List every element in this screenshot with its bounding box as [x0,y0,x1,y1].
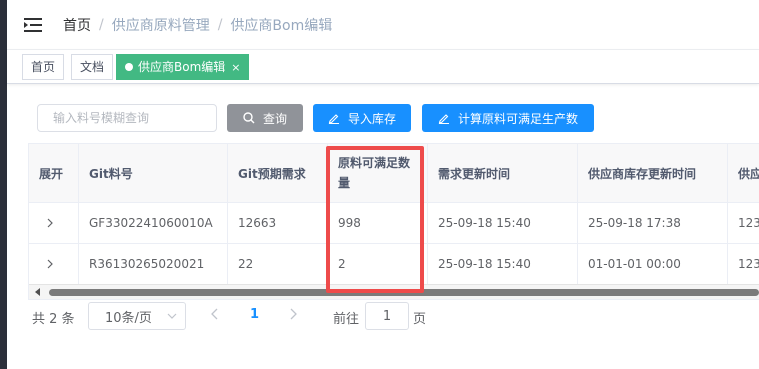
header-demand-update: 需求更新时间 [428,144,578,203]
expand-chevron-icon[interactable] [29,203,79,244]
page-number-current[interactable]: 1 [250,307,259,322]
horizontal-scrollbar[interactable] [29,284,759,299]
scrollbar-thumb[interactable] [49,289,759,296]
prev-page-icon[interactable] [210,307,220,321]
edit-icon [328,114,339,124]
cell-demand-update: 25-09-18 15:40 [428,203,578,244]
active-dot-icon [125,63,133,71]
close-icon[interactable]: × [231,61,240,74]
scroll-left-arrow-icon[interactable] [35,288,40,296]
cell-git-demand: 22 [228,244,328,285]
query-button-label: 查询 [262,111,287,126]
cell-satisfy-qty: 998 [328,203,428,244]
cell-git-demand: 12663 [228,203,328,244]
pagination-total: 共 2 条 [32,312,75,327]
hamburger-menu-icon[interactable] [23,15,43,35]
header-satisfy-line1: 原料可满足数 [338,156,411,170]
calc-production-button[interactable]: 计算原料可满足生产数 [422,104,594,132]
tag-home[interactable]: 首页 [22,54,65,80]
bom-table: 展开 Git料号 Git预期需求 原料可满足数 量 需求更新时间 供应商库存更新… [28,143,759,300]
import-stock-button-label: 导入库存 [347,111,396,126]
sidebar-edge [0,0,7,369]
cell-stock-update: 25-09-18 17:38 [578,203,728,244]
search-icon [243,112,255,124]
query-button[interactable]: 查询 [227,104,303,132]
tag-supplier-bom-edit[interactable]: 供应商Bom编辑 × [116,54,250,80]
cell-stock-update: 01-01-01 00:00 [578,244,728,285]
tag-docs-label: 文档 [80,60,105,74]
cell-git-no: GF3302241060010A [79,203,228,244]
goto-prefix: 前往 [333,312,360,327]
page-size-select[interactable]: 10条/页 [88,302,186,330]
import-stock-button[interactable]: 导入库存 [313,104,411,132]
tag-active-label: 供应商Bom编辑 [138,60,226,74]
calc-production-button-label: 计算原料可满足生产数 [457,111,578,126]
header-stock-update: 供应商库存更新时间 [578,144,728,203]
chevron-down-icon [167,313,177,319]
cell-git-no: R36130265020021 [79,244,228,285]
cell-satisfy-qty: 2 [328,244,428,285]
goto-suffix: 页 [413,312,427,327]
header-git-no: Git料号 [79,144,228,203]
navbar: 首页 / 供应商原料管理 / 供应商Bom编辑 [7,0,759,50]
header-satisfy-qty: 原料可满足数 量 [328,144,428,203]
header-more: 供应 [728,144,759,203]
edit-icon [438,114,449,124]
cell-more: 1234 [728,244,759,285]
breadcrumb-separator: / [99,16,104,33]
breadcrumb: 首页 / 供应商原料管理 / 供应商Bom编辑 [63,15,332,35]
breadcrumb-supplier-material: 供应商原料管理 [111,17,210,34]
header-expand: 展开 [29,144,79,203]
material-search-input[interactable] [37,104,217,132]
breadcrumb-separator: / [217,16,223,33]
next-page-icon[interactable] [288,307,298,321]
tag-docs[interactable]: 文档 [71,54,114,80]
expand-chevron-icon[interactable] [29,244,79,285]
pagination: 共 2 条 10条/页 1 前往 页 [32,302,452,330]
cell-demand-update: 25-09-18 15:40 [428,244,578,285]
page-size-value: 10条/页 [105,310,152,326]
cell-more: 1234 [728,203,759,244]
header-git-demand: Git预期需求 [228,144,328,203]
tags-view: 首页 文档 供应商Bom编辑 × [7,50,759,84]
tag-home-label: 首页 [31,60,56,74]
goto-page-input[interactable] [365,302,409,330]
breadcrumb-home[interactable]: 首页 [63,15,91,35]
breadcrumb-current: 供应商Bom编辑 [230,17,333,34]
header-satisfy-line2: 量 [338,176,351,190]
